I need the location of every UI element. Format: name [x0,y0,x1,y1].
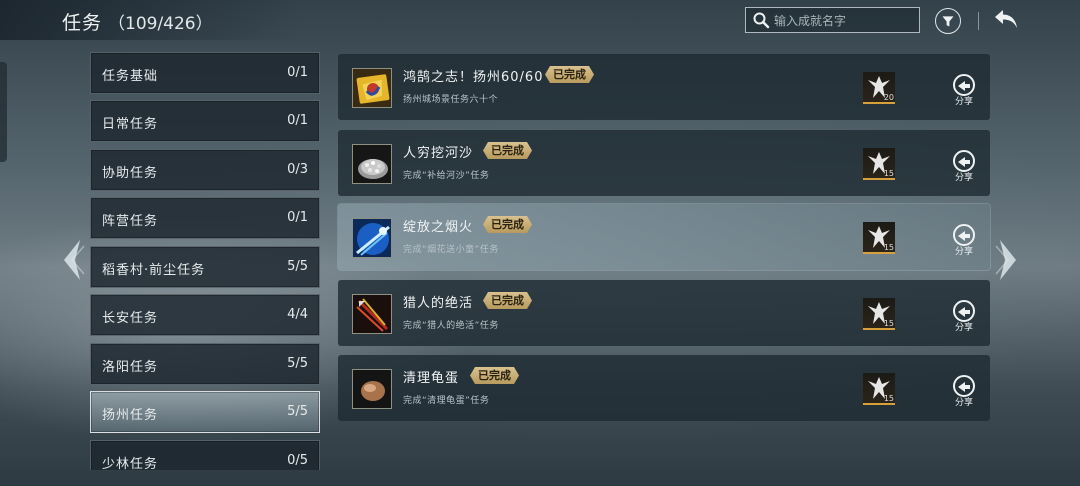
task-desc: 扬州城场景任务六十个 [403,95,499,105]
task-row[interactable]: 猎人的绝活 已完成 完成“猎人的绝活”任务 15 分享 [338,280,990,346]
share-label: 分享 [954,173,973,183]
category-count: 0/1 [287,65,308,80]
category-item[interactable]: 少林任务 0/5 [90,440,320,470]
reward-count: 15 [883,169,894,178]
header-divider [978,12,979,30]
page-progress-count: （109/426） [108,14,213,34]
share-button[interactable]: 分享 [950,150,978,184]
category-item[interactable]: 任务基础 0/1 [90,52,320,94]
reward-box[interactable]: 15 [863,373,895,405]
share-label: 分享 [954,323,973,333]
category-name: 任务基础 [102,69,159,84]
share-label: 分享 [954,247,973,257]
share-label: 分享 [954,398,973,408]
category-name: 阵营任务 [102,214,159,229]
task-desc: 完成“猎人的绝活”任务 [403,321,499,331]
sand-pile-icon [352,144,392,184]
category-name: 洛阳任务 [102,360,159,375]
share-icon [953,375,975,397]
task-row-highlighted[interactable]: 绽放之烟火 已完成 完成“烟花送小童”任务 15 分享 [338,204,990,270]
reward-count: 15 [883,394,894,403]
category-count: 0/3 [287,162,308,177]
share-icon [953,224,975,246]
task-title: 绽放之烟火 [403,220,474,235]
category-item[interactable]: 洛阳任务 5/5 [90,343,320,385]
search-icon [753,12,770,29]
category-name: 稻香村·前尘任务 [102,263,206,278]
category-name: 扬州任务 [102,408,159,423]
reward-box[interactable]: 15 [863,298,895,330]
category-name: 协助任务 [102,166,159,181]
back-arrow-icon [995,10,1017,28]
category-count: 5/5 [287,404,308,419]
flag-icon [352,68,392,108]
category-item-active[interactable]: 扬州任务 5/5 [90,391,320,433]
side-drawer-tab[interactable] [0,62,7,162]
share-icon [953,74,975,96]
task-list: 鸿鹄之志！扬州60/60 已完成 扬州城场景任务六十个 20 分享 人穷挖河沙 … [338,52,990,470]
funnel-icon [942,16,954,27]
share-button[interactable]: 分享 [950,224,978,258]
back-button[interactable] [992,6,1022,32]
share-button[interactable]: 分享 [950,74,978,108]
task-desc: 完成“烟花送小童”任务 [403,245,499,255]
page-title: 任务 [62,12,103,34]
category-count: 5/5 [287,356,308,371]
category-count: 0/5 [287,453,308,468]
share-button[interactable]: 分享 [950,375,978,409]
completed-badge: 已完成 [483,292,532,309]
arrows-icon [352,294,392,334]
category-name: 少林任务 [102,457,159,470]
category-count: 0/1 [287,210,308,225]
reward-box[interactable]: 20 [863,72,895,104]
search-input[interactable] [774,11,914,31]
completed-badge: 已完成 [483,216,532,233]
task-row[interactable]: 人穷挖河沙 已完成 完成“补给河沙”任务 15 分享 [338,130,990,196]
task-desc: 完成“补给河沙”任务 [403,171,490,181]
reward-count: 15 [883,319,894,328]
category-count: 0/1 [287,113,308,128]
task-row[interactable]: 清理龟蛋 已完成 完成“清理龟蛋”任务 15 分享 [338,355,990,421]
completed-badge: 已完成 [545,66,594,83]
category-name: 长安任务 [102,311,159,326]
share-label: 分享 [954,97,973,107]
task-desc: 完成“清理龟蛋”任务 [403,396,490,406]
category-item[interactable]: 阵营任务 0/1 [90,197,320,239]
filter-button[interactable] [935,8,961,34]
task-title: 清理龟蛋 [403,371,460,386]
task-row[interactable]: 鸿鹄之志！扬州60/60 已完成 扬州城场景任务六十个 20 分享 [338,54,990,120]
task-title: 猎人的绝活 [403,296,474,311]
category-item[interactable]: 日常任务 0/1 [90,100,320,142]
completed-badge: 已完成 [483,142,532,159]
share-icon [953,150,975,172]
egg-icon [352,369,392,409]
reward-count: 15 [883,243,894,252]
completed-badge: 已完成 [470,367,519,384]
category-list: 任务基础 0/1 日常任务 0/1 协助任务 0/3 阵营任务 0/1 稻香村·… [90,52,320,470]
category-item[interactable]: 协助任务 0/3 [90,149,320,191]
category-name: 日常任务 [102,117,159,132]
category-item[interactable]: 稻香村·前尘任务 5/5 [90,246,320,288]
task-title: 鸿鹄之志！扬州60/60 [403,70,544,85]
header: 任务 （109/426） [0,0,1080,42]
prev-page-arrow[interactable] [60,238,86,282]
reward-box[interactable]: 15 [863,222,895,254]
firework-icon [352,218,392,258]
reward-count: 20 [883,93,894,102]
reward-box[interactable]: 15 [863,148,895,180]
share-icon [953,300,975,322]
task-title: 人穷挖河沙 [403,146,474,161]
category-count: 5/5 [287,259,308,274]
category-item[interactable]: 长安任务 4/4 [90,294,320,336]
category-count: 4/4 [287,307,308,322]
share-button[interactable]: 分享 [950,300,978,334]
search-box[interactable] [745,7,920,33]
next-page-arrow[interactable] [994,238,1020,282]
